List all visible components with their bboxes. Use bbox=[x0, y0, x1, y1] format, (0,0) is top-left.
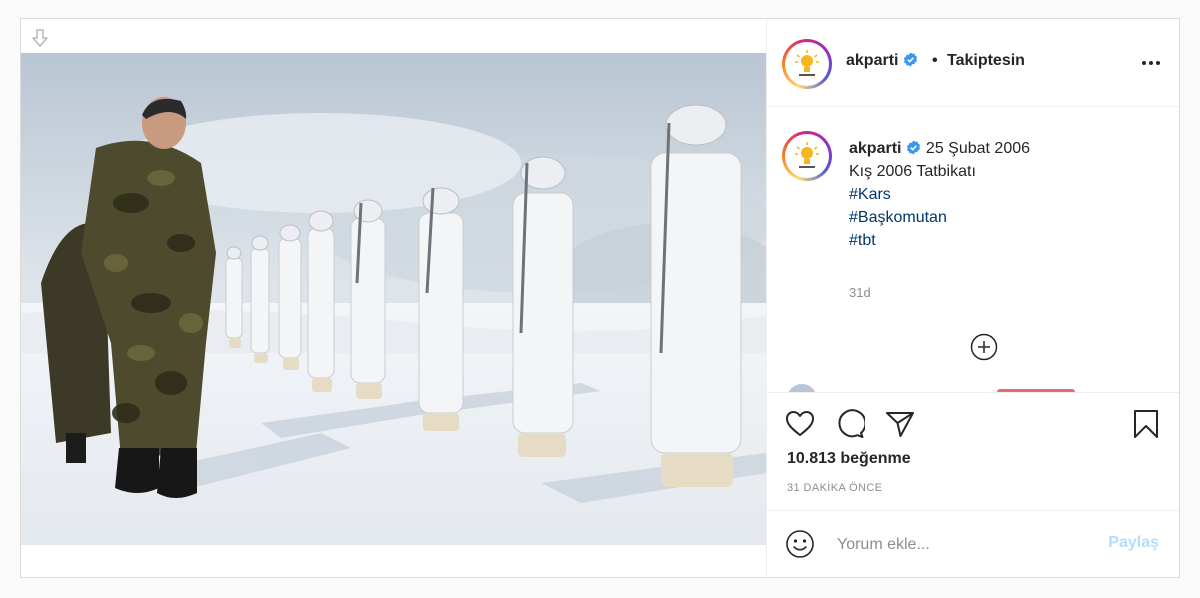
post-sidebar: akparti • Takiptesin akparti 25 Şubat 20… bbox=[766, 19, 1179, 577]
likes-count[interactable]: 10.813 beğenme bbox=[787, 450, 911, 468]
post-timestamp[interactable]: 31 DAKİKA ÖNCE bbox=[787, 482, 882, 494]
arrow-down-icon[interactable] bbox=[29, 27, 51, 49]
bookmark-icon[interactable] bbox=[1131, 409, 1161, 439]
paper-plane-icon[interactable] bbox=[885, 409, 915, 439]
avatar[interactable] bbox=[782, 39, 832, 89]
bulb-logo-icon bbox=[795, 50, 819, 76]
username-text[interactable]: akparti bbox=[846, 52, 898, 69]
caption-time[interactable]: 31d bbox=[849, 285, 871, 300]
verified-badge-icon bbox=[904, 52, 918, 67]
post-photo bbox=[21, 53, 766, 545]
separator-dot: • bbox=[932, 52, 938, 69]
caption-username[interactable]: akparti bbox=[849, 140, 901, 157]
share-button[interactable]: Paylaş bbox=[1108, 534, 1159, 552]
hashtag-link[interactable]: #tbt bbox=[849, 229, 1030, 252]
follow-status[interactable]: Takiptesin bbox=[947, 52, 1025, 70]
comment-form: Paylaş bbox=[767, 510, 1179, 577]
caption-line: Kış 2006 Tatbikatı bbox=[849, 163, 976, 180]
bulb-logo-icon bbox=[795, 142, 819, 168]
heart-icon[interactable] bbox=[785, 409, 815, 439]
verified-badge-icon bbox=[907, 140, 921, 155]
caption-avatar[interactable] bbox=[782, 131, 832, 181]
post-media bbox=[21, 19, 766, 577]
comments-area: akparti 25 Şubat 2006 Kış 2006 Tatbikatı… bbox=[767, 107, 1179, 392]
action-bar: 10.813 beğenme 31 DAKİKA ÖNCE bbox=[767, 392, 1179, 510]
hashtag-link[interactable]: #Başkomutan bbox=[849, 206, 1030, 229]
post-header: akparti • Takiptesin bbox=[767, 19, 1179, 107]
post-username[interactable]: akparti bbox=[846, 52, 918, 70]
caption-date: 25 Şubat 2006 bbox=[925, 140, 1031, 157]
caption: akparti 25 Şubat 2006 Kış 2006 Tatbikatı… bbox=[849, 137, 1030, 252]
comment-input[interactable] bbox=[835, 531, 1089, 559]
speech-bubble-icon[interactable] bbox=[835, 409, 865, 439]
plus-circle-icon[interactable] bbox=[970, 333, 998, 361]
instagram-post: akparti • Takiptesin akparti 25 Şubat 20… bbox=[20, 18, 1180, 578]
smiley-icon[interactable] bbox=[785, 529, 815, 559]
hashtag-link[interactable]: #Kars bbox=[849, 183, 1030, 206]
next-comment-avatar[interactable] bbox=[787, 384, 817, 392]
ellipsis-icon[interactable] bbox=[1141, 59, 1161, 67]
